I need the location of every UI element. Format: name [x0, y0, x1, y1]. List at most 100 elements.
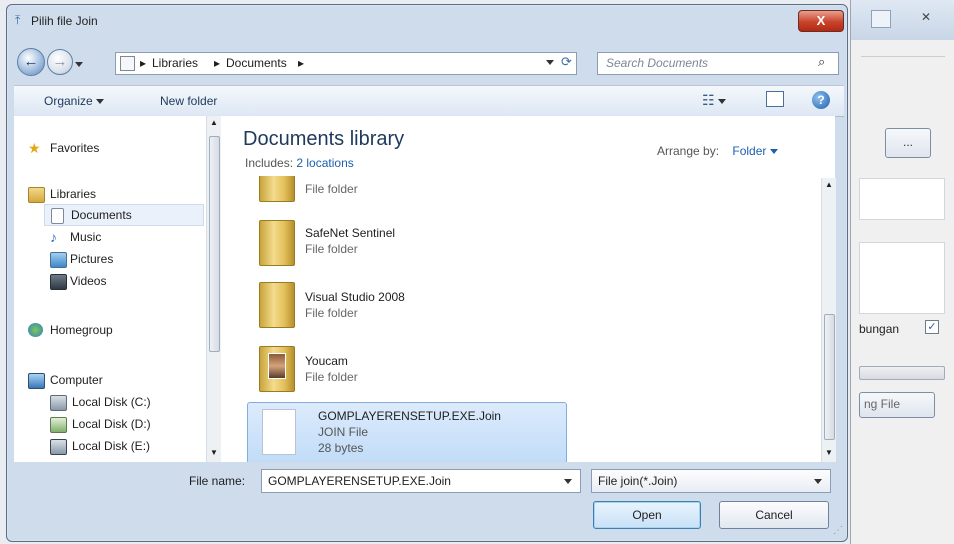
open-button[interactable]: Open	[593, 501, 701, 529]
item-type: JOIN File	[318, 425, 369, 439]
includes-link[interactable]: 2 locations	[296, 156, 353, 170]
search-icon[interactable]: ⌕	[818, 54, 825, 70]
list-item-selected[interactable]: GOMPLAYERENSETUP.EXE.Join JOIN File 28 b…	[247, 402, 567, 462]
file-type-select[interactable]: File join(*.Join)	[591, 469, 831, 493]
chevron-down-icon	[75, 62, 83, 68]
item-name: SafeNet Sentinel	[305, 226, 396, 240]
chevron-down-icon	[769, 149, 778, 155]
scroll-thumb[interactable]	[824, 314, 835, 440]
organize-button[interactable]: Organize	[44, 94, 105, 108]
divider	[861, 56, 945, 57]
scroll-down-icon[interactable]: ▼	[210, 448, 218, 457]
text-area[interactable]	[859, 242, 945, 314]
scroll-thumb[interactable]	[209, 136, 220, 352]
homegroup-icon	[28, 323, 43, 337]
breadcrumb-arrow: ▸	[214, 56, 221, 70]
address-dropdown[interactable]	[546, 55, 554, 69]
file-dialog: ⤒ Pilih file Join X ← → ▸ Libraries ▸ Do…	[6, 4, 848, 542]
library-title: Documents library	[243, 128, 405, 150]
text-field[interactable]	[859, 178, 945, 220]
item-type: File folder	[305, 242, 358, 256]
resize-grip-icon[interactable]: ⋰	[833, 525, 843, 536]
sidebar-label: Videos	[70, 274, 107, 288]
navigation-scrollbar[interactable]: ▲ ▼	[206, 116, 221, 462]
scroll-down-icon[interactable]: ▼	[825, 448, 833, 457]
change-view-button[interactable]: ☷	[702, 92, 727, 109]
breadcrumb-documents[interactable]: Documents	[226, 56, 287, 70]
back-button[interactable]: ←	[17, 48, 45, 76]
includes-label: Includes:	[245, 156, 294, 170]
chevron-down-icon	[564, 479, 572, 485]
libraries-icon	[28, 187, 45, 203]
help-icon[interactable]: ?	[812, 91, 830, 109]
navigation-pane: ★ Favorites Libraries Documents ♪ Music …	[14, 116, 221, 462]
sidebar-label: Local Disk (D:)	[72, 417, 151, 431]
join-file-button[interactable]: ng File	[859, 392, 935, 418]
background-body: ... bungan ✓ ng File	[851, 40, 954, 544]
item-type: File folder	[305, 306, 358, 320]
breadcrumb-libraries[interactable]: Libraries	[152, 56, 198, 70]
library-includes: Includes: 2 locations	[245, 156, 354, 170]
arrange-by: Arrange by: Folder	[657, 144, 778, 158]
scroll-up-icon[interactable]: ▲	[210, 118, 218, 127]
arrange-label: Arrange by:	[657, 144, 720, 158]
search-input[interactable]: Search Documents ⌕	[597, 52, 839, 75]
preview-pane-button[interactable]	[766, 91, 784, 107]
cancel-button[interactable]: Cancel	[719, 501, 829, 529]
search-placeholder: Search Documents	[606, 56, 709, 70]
computer-icon	[28, 373, 45, 389]
filter-value: File join(*.Join)	[598, 474, 678, 488]
star-icon: ★	[28, 140, 41, 156]
refresh-icon[interactable]: ⟳	[561, 54, 572, 70]
file-list-pane: Documents library Includes: 2 locations …	[221, 116, 836, 462]
dialog-title: Pilih file Join	[31, 14, 98, 28]
list-item[interactable]: Visual Studio 2008 File folder	[221, 276, 817, 332]
pictures-icon	[50, 252, 67, 268]
arrange-dropdown[interactable]: Folder	[732, 144, 778, 158]
progress-bar	[859, 366, 945, 380]
filter-dropdown[interactable]	[814, 470, 822, 492]
recent-pages-dropdown[interactable]	[75, 57, 83, 71]
list-item[interactable]: Youcam File folder	[221, 340, 817, 396]
item-type: File folder	[305, 182, 358, 196]
library-icon	[120, 56, 135, 71]
item-name: Youcam	[305, 354, 348, 368]
item-size: 28 bytes	[318, 441, 364, 455]
music-icon: ♪	[50, 229, 57, 245]
filename-value: GOMPLAYERENSETUP.EXE.Join	[268, 474, 451, 488]
chevron-down-icon	[96, 99, 105, 105]
disk-icon	[50, 395, 67, 411]
sidebar-label: Documents	[71, 208, 132, 222]
folder-icon	[259, 176, 295, 202]
new-folder-button[interactable]: New folder	[160, 94, 217, 108]
command-bar: Organize New folder ☷ ?	[14, 85, 844, 117]
browse-button[interactable]: ...	[885, 128, 931, 158]
file-list-scrollbar[interactable]: ▲ ▼	[821, 178, 836, 462]
checkbox[interactable]: ✓	[925, 320, 939, 334]
file-icon	[262, 409, 296, 455]
background-titlebar: ✕	[851, 0, 954, 41]
forward-button[interactable]: →	[47, 49, 73, 75]
close-button[interactable]: X	[798, 10, 844, 32]
organize-label: Organize	[44, 94, 93, 108]
item-type: File folder	[305, 370, 358, 384]
background-window: ✕ ... bungan ✓ ng File	[850, 0, 954, 544]
app-icon: ⤒	[15, 13, 21, 27]
filename-input[interactable]: GOMPLAYERENSETUP.EXE.Join	[261, 469, 581, 493]
list-item[interactable]: SafeNet Sentinel File folder	[221, 214, 817, 270]
close-icon[interactable]: ✕	[911, 10, 941, 26]
sidebar-label: Homegroup	[50, 323, 113, 337]
folder-icon	[259, 282, 295, 328]
filename-label: File name:	[189, 474, 246, 488]
chevron-down-icon	[718, 98, 727, 104]
scroll-up-icon[interactable]: ▲	[825, 180, 833, 189]
sidebar-label: Local Disk (E:)	[72, 439, 151, 453]
filename-dropdown[interactable]	[564, 470, 572, 492]
sidebar-item-documents[interactable]: Documents	[44, 204, 204, 226]
list-item[interactable]: File folder	[221, 176, 817, 206]
maximize-icon[interactable]	[871, 10, 891, 28]
folder-photo-icon	[259, 346, 295, 392]
address-bar[interactable]: ▸ Libraries ▸ Documents ▸ ⟳	[115, 52, 577, 75]
chevron-down-icon	[546, 60, 554, 66]
disk-icon	[50, 417, 67, 433]
